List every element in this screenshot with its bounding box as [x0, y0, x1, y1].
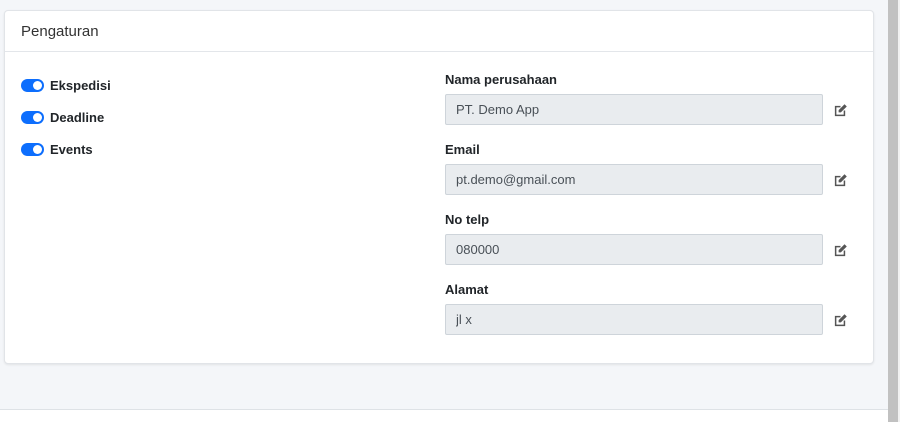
- switch-knob: [33, 112, 42, 122]
- toggle-ekspedisi[interactable]: Ekspedisi: [21, 69, 111, 101]
- toggle-switch[interactable]: [21, 78, 44, 92]
- field-label: No telp: [445, 212, 490, 227]
- toggle-switch[interactable]: [21, 110, 44, 124]
- toggle-label: Deadline: [50, 109, 105, 125]
- switch-knob: [33, 144, 42, 154]
- toggle-label: Events: [50, 141, 93, 157]
- edit-icon[interactable]: [831, 241, 849, 259]
- edit-icon[interactable]: [831, 311, 849, 329]
- company-fields: Nama perusahaan Email No telp Alamat: [445, 69, 865, 349]
- field-nama-perusahaan: Nama perusahaan: [445, 69, 865, 139]
- toggle-label: Ekspedisi: [50, 77, 111, 93]
- field-no-telp: No telp: [445, 209, 865, 279]
- switch-knob: [33, 80, 42, 90]
- toggle-deadline[interactable]: Deadline: [21, 101, 111, 133]
- toggle-switch[interactable]: [21, 142, 44, 156]
- toggle-list: Ekspedisi Deadline Events: [21, 69, 111, 165]
- card-title: Pengaturan: [5, 11, 873, 52]
- field-label: Alamat: [445, 282, 489, 297]
- field-email: Email: [445, 139, 865, 209]
- edit-icon[interactable]: [831, 101, 849, 119]
- field-alamat: Alamat: [445, 279, 865, 349]
- email-input[interactable]: [445, 164, 823, 195]
- phone-input[interactable]: [445, 234, 823, 265]
- company-name-input[interactable]: [445, 94, 823, 125]
- field-label: Nama perusahaan: [445, 72, 557, 87]
- page-footer: [0, 410, 888, 422]
- address-input[interactable]: [445, 304, 823, 335]
- field-label: Email: [445, 142, 480, 157]
- toggle-events[interactable]: Events: [21, 133, 111, 165]
- scrollbar-thumb[interactable]: [888, 0, 898, 422]
- edit-icon[interactable]: [831, 171, 849, 189]
- settings-card: Pengaturan Ekspedisi Deadline Events Nam…: [4, 10, 874, 364]
